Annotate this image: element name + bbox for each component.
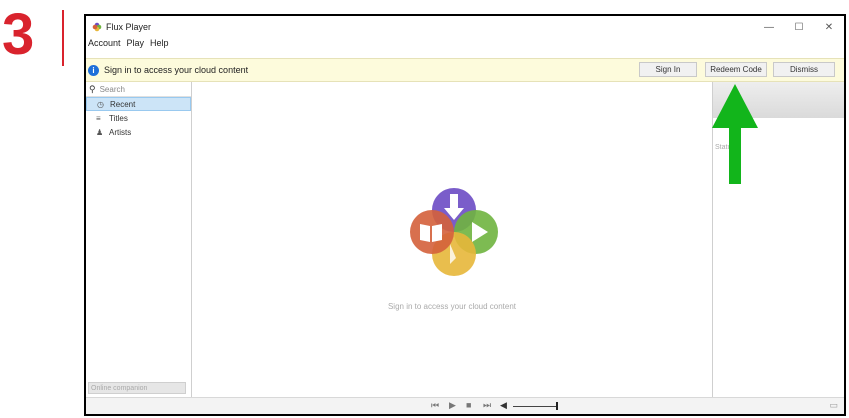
sidebar-item-label: Artists (109, 127, 132, 137)
sign-in-button[interactable]: Sign In (639, 62, 697, 77)
sidebar-item-label: Recent (110, 99, 136, 109)
search-input[interactable]: Search (100, 85, 125, 94)
notification-bar: i Sign in to access your cloud content S… (86, 58, 844, 82)
sidebar-item-titles[interactable]: ≡ Titles (86, 111, 191, 125)
menu-account[interactable]: Account (88, 38, 121, 52)
skip-back-icon[interactable]: ⏮ (431, 400, 439, 411)
green-arrow-annotation (712, 84, 758, 184)
window-title: Flux Player (106, 22, 152, 32)
close-button[interactable]: ✕ (814, 16, 844, 38)
main-content: Sign in to access your cloud content (192, 82, 712, 398)
sidebar: ⚲ Search ◷ Recent ≡ Titles ♟ Artists Onl… (86, 82, 192, 398)
skip-forward-icon[interactable]: ⏭ (483, 400, 491, 411)
list-icon: ≡ (96, 113, 101, 123)
menu-play[interactable]: Play (127, 38, 145, 52)
volume-slider-handle[interactable] (556, 402, 558, 410)
step-number: 3 (2, 2, 35, 67)
dismiss-button[interactable]: Dismiss (773, 62, 835, 77)
volume-icon[interactable]: ◀ (500, 400, 507, 411)
window-controls: — ☐ ✕ (754, 16, 844, 38)
step-divider (62, 10, 64, 66)
notification-text: Sign in to access your cloud content (104, 65, 249, 75)
play-icon[interactable]: ▶ (449, 400, 456, 411)
sidebar-item-recent[interactable]: ◷ Recent (86, 97, 191, 111)
redeem-code-button[interactable]: Redeem Code (705, 62, 767, 77)
mini-player-icon[interactable]: ▭ (829, 400, 838, 411)
player-bar: ⏮ ▶ ■ ⏭ ◀ ▭ (86, 397, 844, 414)
menu-bar: Account Play Help (88, 38, 175, 52)
app-logo-large-icon (410, 188, 498, 276)
search-icon: ⚲ (89, 83, 96, 94)
volume-slider[interactable] (513, 406, 557, 407)
info-icon: i (88, 64, 99, 76)
online-companion-button[interactable]: Online companion (88, 382, 186, 394)
app-window: Flux Player — ☐ ✕ Account Play Help i Si… (84, 14, 846, 416)
stop-icon[interactable]: ■ (466, 400, 471, 410)
person-icon: ♟ (96, 127, 104, 137)
app-logo-icon (92, 22, 102, 32)
sidebar-item-artists[interactable]: ♟ Artists (86, 125, 191, 139)
clock-icon: ◷ (97, 99, 104, 109)
maximize-button[interactable]: ☐ (784, 16, 814, 38)
empty-state-message: Sign in to access your cloud content (387, 302, 517, 311)
menu-help[interactable]: Help (150, 38, 169, 52)
minimize-button[interactable]: — (754, 16, 784, 38)
title-bar: Flux Player — ☐ ✕ (86, 16, 844, 38)
sidebar-item-label: Titles (109, 113, 128, 123)
search-box[interactable]: ⚲ Search (86, 82, 191, 97)
